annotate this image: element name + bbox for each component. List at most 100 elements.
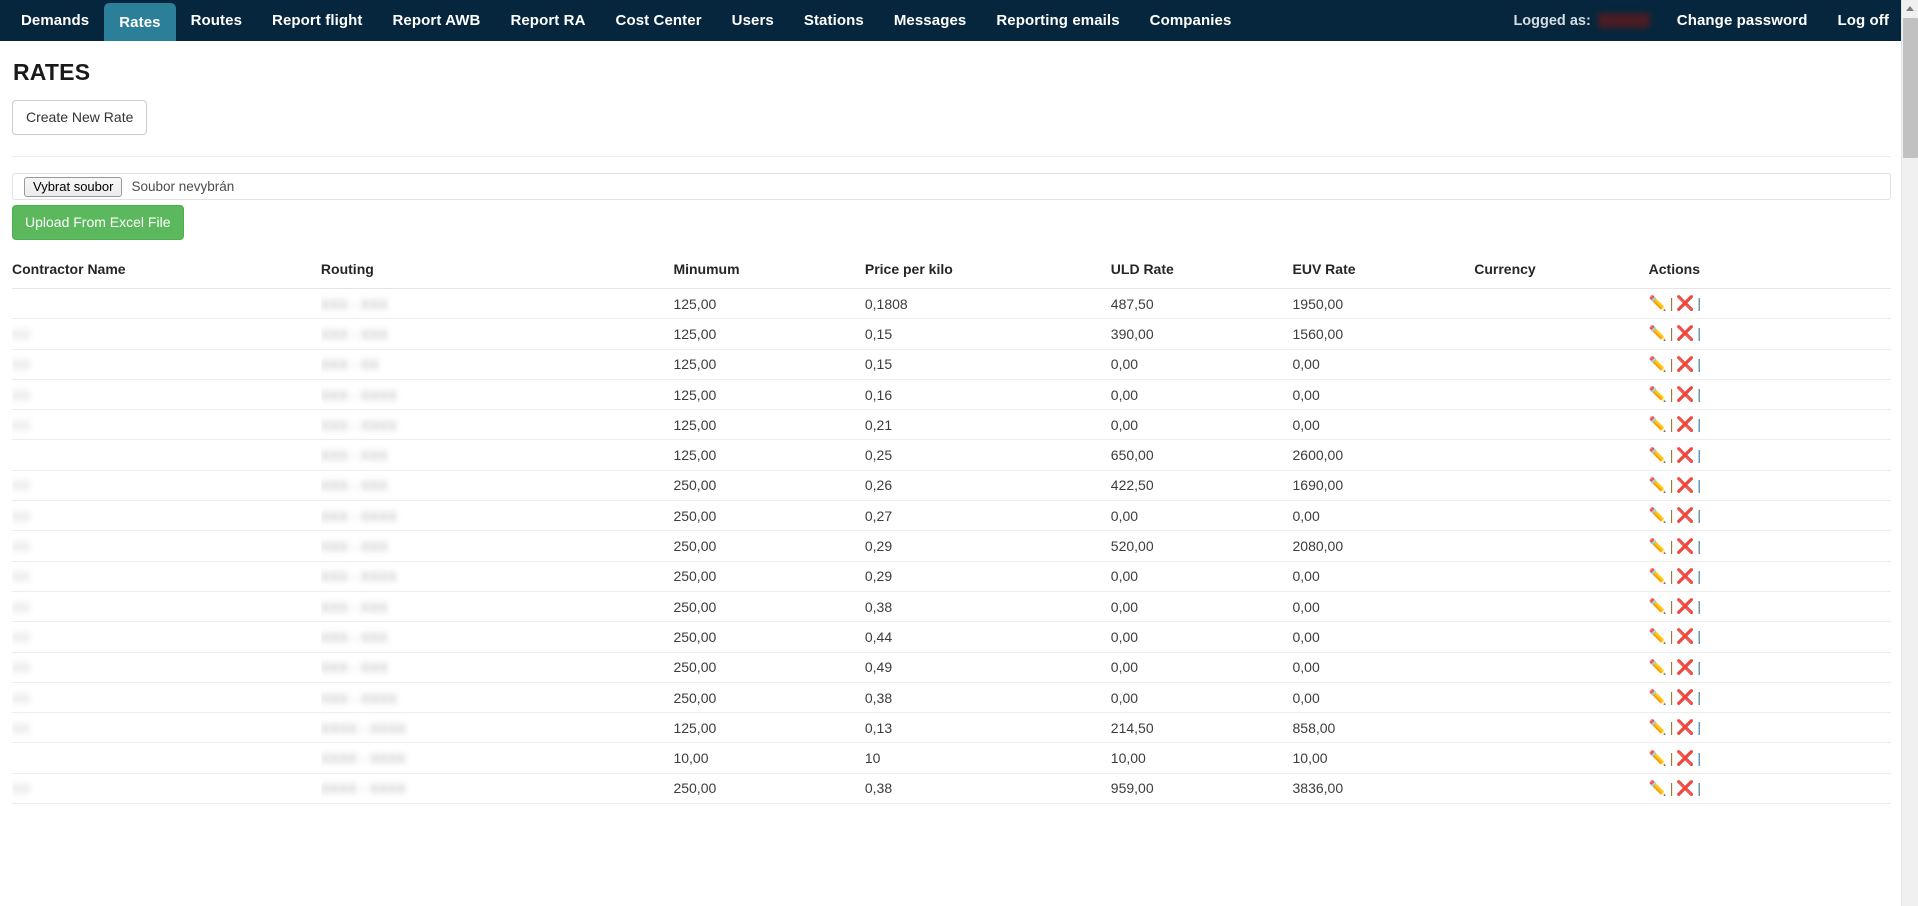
nav-item-companies[interactable]: Companies [1135,0,1247,41]
log-off-link[interactable]: Log off [1822,0,1904,41]
edit-pencil-icon[interactable]: ✏️ [1649,569,1668,585]
actions-separator-trailing: | [1697,689,1703,705]
cell-minimum: 10,00 [673,742,865,774]
edit-pencil-icon[interactable]: ✏️ [1649,326,1668,342]
edit-pencil-icon[interactable]: ✏️ [1649,690,1668,706]
file-input[interactable]: Vybrat soubor Soubor nevybrán [12,173,1891,200]
delete-cross-icon[interactable]: ❌ [1676,690,1695,706]
nav-item-routes[interactable]: Routes [176,0,257,41]
cell-price-per-kilo: 0,49 [864,652,1111,683]
actions-separator-trailing: | [1697,386,1703,403]
delete-cross-icon[interactable]: ❌ [1676,448,1695,464]
edit-pencil-icon[interactable]: ✏️ [1649,478,1668,494]
section-divider [12,156,1891,157]
cell-currency [1474,439,1649,471]
cell-price-per-kilo: 0,29 [864,561,1111,592]
cell-currency [1474,409,1649,441]
vertical-scrollbar[interactable] [1901,0,1918,906]
cell-minimum: 125,00 [673,288,865,320]
nav-item-report-ra[interactable]: Report RA [495,0,600,41]
scrollbar-thumb[interactable] [1903,18,1918,158]
edit-pencil-icon[interactable]: ✏️ [1649,387,1668,403]
nav-item-stations[interactable]: Stations [789,0,879,41]
delete-cross-icon[interactable]: ❌ [1676,720,1695,736]
delete-cross-icon[interactable]: ❌ [1676,357,1695,373]
edit-pencil-icon[interactable]: ✏️ [1649,448,1668,464]
create-new-rate-button[interactable]: Create New Rate [12,100,148,135]
cell-price-per-kilo-value: 0,44 [864,628,893,645]
cell-actions: ✏️ | ❌ | [1648,773,1891,805]
actions-separator-trailing: | [1697,628,1703,645]
delete-cross-icon[interactable]: ❌ [1676,599,1695,615]
nav-item-users[interactable]: Users [717,0,789,41]
delete-cross-icon[interactable]: ❌ [1676,387,1695,403]
cell-uld-rate: 0,00 [1110,379,1293,411]
delete-cross-icon[interactable]: ❌ [1676,296,1695,312]
cell-minimum: 250,00 [673,621,865,653]
cell-actions: ✏️ | ❌ | [1648,742,1891,774]
delete-cross-icon[interactable]: ❌ [1676,478,1695,494]
delete-cross-icon[interactable]: ❌ [1676,660,1695,676]
nav-item-rates[interactable]: Rates [104,3,176,41]
edit-pencil-icon[interactable]: ✏️ [1649,357,1668,373]
cell-price-per-kilo: 0,13 [864,712,1111,744]
cell-actions: ✏️ | ❌ | [1648,621,1891,653]
edit-pencil-icon[interactable]: ✏️ [1649,599,1668,615]
edit-pencil-icon[interactable]: ✏️ [1649,781,1668,797]
delete-cross-icon[interactable]: ❌ [1676,417,1695,433]
cell-price-per-kilo-value: 0,16 [864,386,893,403]
cell-contractor-name: XX [12,591,321,623]
cell-minimum: 125,00 [673,349,865,380]
delete-cross-icon[interactable]: ❌ [1676,508,1695,524]
edit-pencil-icon[interactable]: ✏️ [1649,751,1668,767]
cell-actions: ✏️ | ❌ | [1648,439,1891,471]
nav-item-reporting-emails[interactable]: Reporting emails [981,0,1134,41]
delete-cross-icon[interactable]: ❌ [1676,781,1695,797]
cell-minimum-value: 250,00 [673,477,717,494]
upload-from-excel-button[interactable]: Upload From Excel File [12,205,184,240]
cell-uld-rate: 0,00 [1110,409,1293,441]
column-header-uld-rate: ULD Rate [1110,261,1293,289]
nav-item-demands[interactable]: Demands [6,0,104,41]
actions-separator-trailing: | [1697,355,1703,372]
delete-cross-icon[interactable]: ❌ [1676,629,1695,645]
choose-file-button[interactable]: Vybrat soubor [24,176,123,197]
edit-pencil-icon[interactable]: ✏️ [1649,296,1668,312]
cell-contractor-name: XX [12,470,321,502]
nav-item-messages[interactable]: Messages [879,0,982,41]
cell-uld-rate-value: 0,00 [1110,356,1139,373]
cell-routing: XXX - XXX [320,652,674,683]
table-row: XX XXX - XX 125,00 0,15 0,00 0,00 ✏️ | ❌ | [12,349,1891,380]
cell-uld-rate: 487,50 [1110,288,1293,320]
cell-actions: ✏️ | ❌ | [1648,682,1891,714]
cell-currency [1474,712,1649,744]
delete-cross-icon[interactable]: ❌ [1676,569,1695,585]
delete-cross-icon[interactable]: ❌ [1676,751,1695,767]
edit-pencil-icon[interactable]: ✏️ [1649,720,1668,736]
cell-contractor-name [12,288,321,320]
nav-item-report-flight[interactable]: Report flight [257,0,377,41]
nav-item-report-awb[interactable]: Report AWB [377,0,495,41]
edit-pencil-icon[interactable]: ✏️ [1649,629,1668,645]
actions-separator-trailing: | [1697,537,1703,554]
cell-contractor-name-value: XX [12,660,31,676]
nav-item-cost-center[interactable]: Cost Center [601,0,717,41]
cell-actions: ✏️ | ❌ | [1648,652,1891,683]
cell-uld-rate: 0,00 [1110,591,1293,623]
table-row: XX XXXX - XXXX 250,00 0,38 959,00 3836,00 ✏️ | ❌… [12,773,1891,805]
cell-contractor-name: XX [12,500,321,532]
edit-pencil-icon[interactable]: ✏️ [1649,417,1668,433]
delete-cross-icon[interactable]: ❌ [1676,326,1695,342]
edit-pencil-icon[interactable]: ✏️ [1649,508,1668,524]
cell-contractor-name: XX [12,773,321,805]
cell-euv-rate: 0,00 [1292,682,1475,714]
cell-price-per-kilo-value: 0,27 [864,507,893,524]
cell-euv-rate: 0,00 [1292,621,1475,653]
scroll-up-arrow-icon[interactable] [1902,0,1918,17]
cell-euv-rate: 0,00 [1292,349,1475,380]
change-password-link[interactable]: Change password [1662,0,1823,41]
delete-cross-icon[interactable]: ❌ [1676,539,1695,555]
logged-as-label: Logged as: [1513,12,1591,29]
edit-pencil-icon[interactable]: ✏️ [1649,539,1668,555]
edit-pencil-icon[interactable]: ✏️ [1649,660,1668,676]
